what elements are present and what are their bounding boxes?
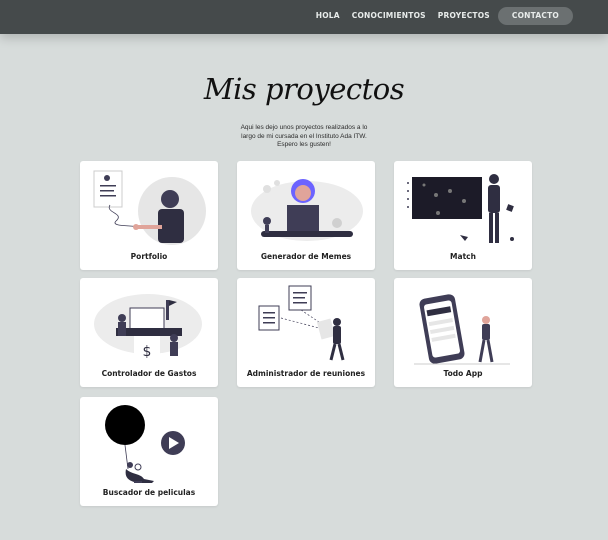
project-card-controlador-gastos[interactable]: $ Controlador de Gastos: [80, 278, 218, 387]
meetings-icon: [258, 285, 345, 361]
nav-menu: HOLA CONOCIMIENTOS PROYECTOS CONTACTO: [310, 7, 573, 25]
movie-balloon-icon: [105, 405, 185, 483]
nav-link-proyectos[interactable]: PROYECTOS: [432, 7, 496, 25]
project-card-match[interactable]: Match: [394, 161, 532, 270]
person-laptop-icon: [251, 179, 363, 241]
project-title: Todo App: [443, 369, 483, 378]
phone-todo-icon: [414, 294, 510, 365]
person-board-icon: [407, 174, 514, 243]
project-title: Administrador de reuniones: [246, 369, 366, 378]
project-card-administrador-reuniones[interactable]: Administrador de reuniones: [237, 278, 375, 387]
nav-link-conocimientos[interactable]: CONOCIMIENTOS: [346, 7, 432, 25]
project-card-todo-app[interactable]: Todo App: [394, 278, 532, 387]
page-title: Mis proyectos: [203, 72, 405, 106]
svg-text:$: $: [143, 344, 152, 360]
project-card-generador-memes[interactable]: Generador de Memes: [237, 161, 375, 270]
project-card-portfolio[interactable]: Portfolio: [80, 161, 218, 270]
project-card-buscador-peliculas[interactable]: Buscador de peliculas: [80, 397, 218, 506]
top-navbar: HOLA CONOCIMIENTOS PROYECTOS CONTACTO: [0, 0, 608, 34]
project-title: Buscador de peliculas: [102, 488, 196, 497]
nav-link-hola[interactable]: HOLA: [310, 7, 346, 25]
page-subtitle: Aqui les dejo unos proyectos realizados …: [240, 124, 368, 148]
project-title: Match: [450, 252, 476, 261]
project-title: Controlador de Gastos: [101, 369, 197, 378]
project-title: Portfolio: [130, 252, 168, 261]
expenses-icon: $: [94, 294, 202, 362]
person-with-cv-icon: [93, 170, 206, 245]
nav-contact-button[interactable]: CONTACTO: [497, 7, 573, 25]
project-title: Generador de Memes: [260, 252, 352, 261]
